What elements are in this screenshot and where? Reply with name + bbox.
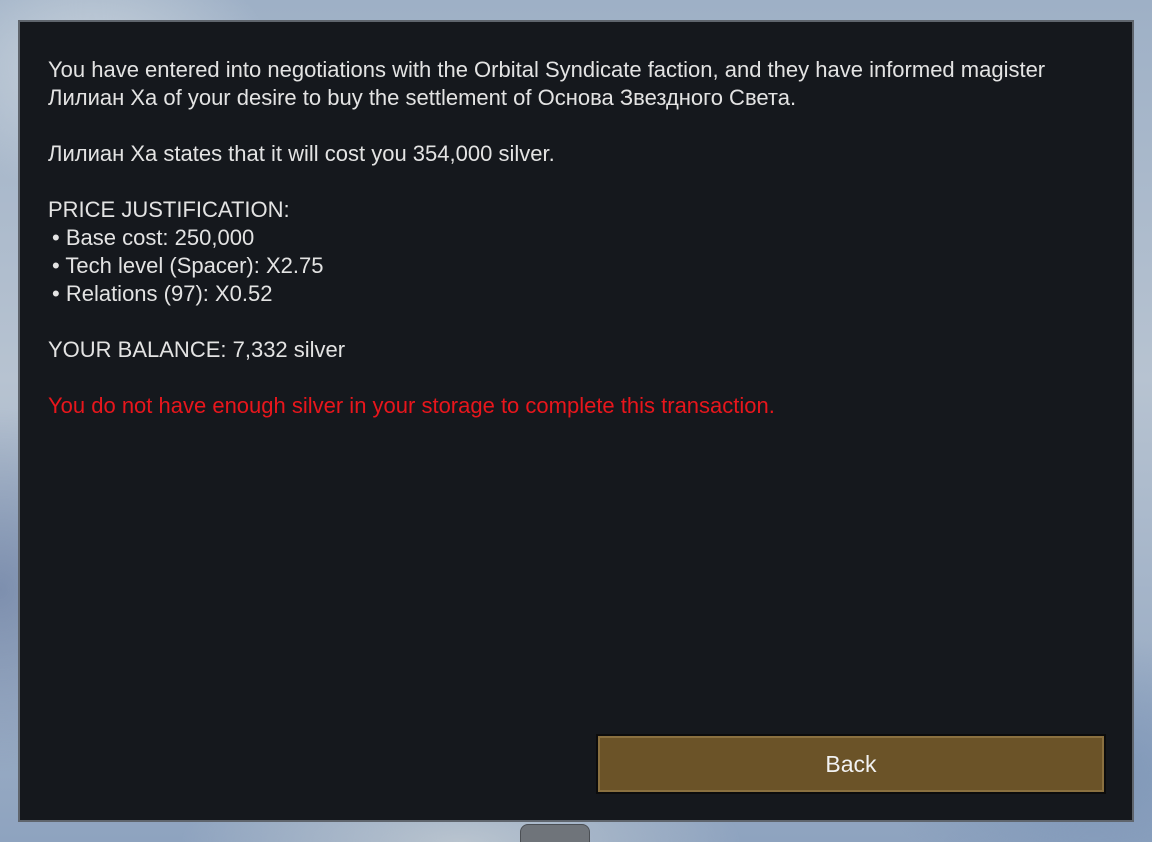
dialog-text: You have entered into negotiations with … (48, 56, 1098, 448)
justification-item-relations: Relations (97): X0.52 (48, 280, 1098, 308)
negotiation-dialog: You have entered into negotiations with … (18, 20, 1134, 822)
justification-item-tech-level: Tech level (Spacer): X2.75 (48, 252, 1098, 280)
negotiation-intro-text: You have entered into negotiations with … (48, 57, 1046, 110)
insufficient-funds-warning: You do not have enough silver in your st… (48, 393, 775, 418)
justification-item-base-cost: Base cost: 250,000 (48, 224, 1098, 252)
price-justification-heading: PRICE JUSTIFICATION: (48, 197, 290, 222)
price-justification-list: Base cost: 250,000 Tech level (Spacer): … (48, 224, 1098, 308)
back-button[interactable]: Back (596, 734, 1106, 794)
cost-statement-text: Лилиан Ха states that it will cost you 3… (48, 141, 555, 166)
balance-text: YOUR BALANCE: 7,332 silver (48, 337, 346, 362)
map-background-element (520, 824, 590, 842)
